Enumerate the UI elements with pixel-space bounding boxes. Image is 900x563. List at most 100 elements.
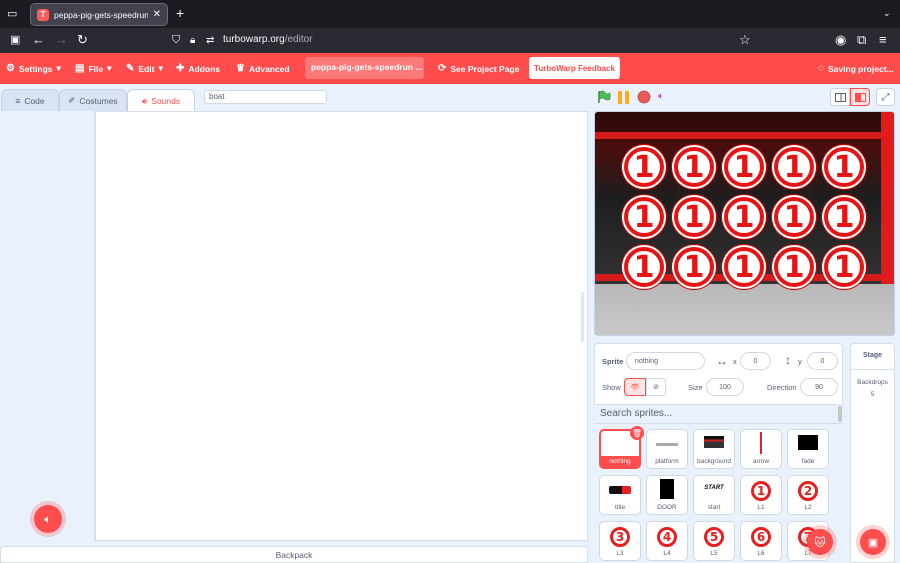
small-stage-button[interactable] bbox=[830, 88, 850, 106]
sprite-label: Sprite bbox=[602, 357, 624, 366]
permissions-icon[interactable]: ⇄ bbox=[206, 34, 214, 47]
caret-down-icon: ▾ bbox=[107, 63, 112, 73]
stage-number-circle: 1 bbox=[774, 247, 814, 287]
sprite-tile-l3[interactable]: 3 L3 bbox=[599, 521, 641, 561]
add-sound-button[interactable]: 🔈︎ bbox=[34, 505, 62, 533]
sprite-tile-door[interactable]: DOOR bbox=[646, 475, 688, 515]
forward-icon[interactable]: → bbox=[55, 33, 68, 46]
stop-icon bbox=[637, 90, 651, 104]
backpack[interactable]: Backpack bbox=[0, 546, 588, 563]
tab-sounds-label: Sounds bbox=[151, 96, 181, 106]
feedback-button[interactable]: TurboWarp Feedback bbox=[529, 57, 620, 79]
reload-icon[interactable]: ↻ bbox=[77, 33, 88, 46]
advanced-menu[interactable]: ♛ Advanced bbox=[236, 53, 290, 84]
stage-number-circle: 1 bbox=[824, 147, 864, 187]
sprite-tile-fade[interactable]: fade bbox=[787, 429, 829, 469]
sprite-name-input[interactable]: nothing bbox=[626, 352, 705, 370]
mute-button[interactable]: 🔈︎ bbox=[658, 91, 664, 102]
fullscreen-button[interactable]: ⤢ bbox=[876, 88, 895, 106]
code-icon: ≡ bbox=[15, 95, 21, 106]
stage-number-circle: 1 bbox=[774, 147, 814, 187]
advanced-label: Advanced bbox=[248, 63, 290, 74]
tab-sounds[interactable]: 🔊︎ Sounds bbox=[127, 89, 195, 112]
sprite-tile-l1[interactable]: 1 L1 bbox=[740, 475, 782, 515]
back-icon[interactable]: ← bbox=[32, 33, 45, 46]
sprite-thumbnail bbox=[704, 436, 724, 448]
sprite-thumbnail bbox=[609, 486, 631, 494]
speaker-icon: 🔊︎ bbox=[141, 95, 148, 106]
sprite-name-label: L5 bbox=[710, 550, 718, 557]
sound-name-input[interactable]: boat bbox=[204, 90, 327, 104]
y-input[interactable]: 0 bbox=[807, 352, 838, 370]
sprite-tile-nothing[interactable]: nothing 🗑︎ bbox=[599, 426, 644, 469]
sprite-thumbnail: 1 bbox=[751, 481, 771, 501]
sprite-thumbnail: 6 bbox=[751, 527, 771, 547]
stage-canvas[interactable]: 111111111111111 bbox=[594, 111, 895, 336]
x-input[interactable]: 0 bbox=[740, 352, 771, 370]
pencil-icon: ✎ bbox=[126, 63, 135, 74]
sprite-tile-arrow[interactable]: arrow bbox=[740, 429, 782, 469]
sprite-tile-background[interactable]: background bbox=[693, 429, 735, 469]
close-tab-icon[interactable]: ✕ bbox=[153, 9, 161, 20]
account-icon[interactable]: ◉ bbox=[835, 33, 846, 46]
new-tab-icon[interactable]: + bbox=[176, 6, 184, 20]
delete-sprite-icon[interactable]: 🗑︎ bbox=[630, 426, 644, 440]
editor-scrollbar[interactable] bbox=[581, 292, 584, 342]
direction-input[interactable]: 90 bbox=[800, 378, 838, 396]
tab-list-chevron-icon[interactable]: ⌄ bbox=[883, 7, 891, 20]
tab-title: peppa-pig-gets-speedrunned-t bbox=[54, 9, 148, 20]
sprite-tile-l4[interactable]: 4 L4 bbox=[646, 521, 688, 561]
show-visible-toggle[interactable]: 👁︎ bbox=[624, 378, 646, 396]
edit-menu[interactable]: ✎ Edit ▾ bbox=[126, 53, 163, 84]
green-flag-button[interactable] bbox=[597, 90, 611, 109]
sprite-tile-start[interactable]: START start bbox=[693, 475, 735, 515]
sprite-info-panel: Sprite nothing ↔ x 0 ↕ y 0 Show 👁︎ ⊘ Siz… bbox=[594, 343, 843, 405]
sprite-tile-platform[interactable]: platform bbox=[646, 429, 688, 469]
see-project-page-button[interactable]: ⟳ See Project Page bbox=[438, 53, 519, 84]
large-stage-button[interactable] bbox=[850, 88, 870, 106]
large-stage-icon bbox=[854, 92, 866, 102]
sprite-tile-title[interactable]: title bbox=[599, 475, 641, 515]
x-arrows-icon: ↔ bbox=[716, 354, 728, 368]
project-title-input[interactable]: peppa-pig-gets-speedrun ... bbox=[305, 57, 424, 79]
sprite-list-scrollbar[interactable] bbox=[838, 406, 842, 422]
turbowarp-favicon-icon: T bbox=[37, 8, 49, 21]
menu-bar: ⚙ Settings ▾ ▤ File ▾ ✎ Edit ▾ ✚ Addons ♛ Advanc… bbox=[0, 53, 900, 84]
url-path: /editor bbox=[284, 34, 313, 45]
add-sprite-button[interactable]: 🐱︎ bbox=[807, 529, 833, 555]
pause-button[interactable] bbox=[617, 91, 631, 109]
search-sprites-input[interactable]: Search sprites... bbox=[594, 405, 843, 424]
sidebar-icon[interactable]: ▣ bbox=[10, 34, 20, 47]
tab-costumes[interactable]: ✐ Costumes bbox=[59, 89, 127, 111]
file-label: File bbox=[88, 63, 104, 74]
sprite-tile-l6[interactable]: 6 L6 bbox=[740, 521, 782, 561]
add-backdrop-button[interactable]: ▣ bbox=[860, 529, 886, 555]
backdrop-icon: ▣ bbox=[867, 536, 879, 549]
extensions-icon[interactable]: ⧉ bbox=[857, 33, 866, 46]
sprite-thumbnail: 4 bbox=[657, 527, 677, 547]
lock-icon[interactable]: 🔒︎ bbox=[190, 34, 195, 47]
tab-overview-icon[interactable]: ▭ bbox=[7, 8, 17, 21]
sprite-tile-l2[interactable]: 2 L2 bbox=[787, 475, 829, 515]
tab-costumes-label: Costumes bbox=[79, 95, 118, 106]
gear-icon: ⚙ bbox=[6, 63, 15, 74]
sprite-name-label: fade bbox=[801, 458, 815, 465]
speaker-icon: 🔈︎ bbox=[658, 91, 664, 102]
settings-menu[interactable]: ⚙ Settings ▾ bbox=[6, 53, 61, 84]
file-menu[interactable]: ▤ File ▾ bbox=[75, 53, 111, 84]
show-hidden-toggle[interactable]: ⊘ bbox=[646, 378, 666, 396]
sprite-tile-l5[interactable]: 5 L5 bbox=[693, 521, 735, 561]
stop-button[interactable] bbox=[637, 90, 651, 109]
eye-icon: 👁︎ bbox=[630, 384, 640, 391]
bookmark-star-icon[interactable]: ☆ bbox=[739, 33, 751, 46]
addons-menu[interactable]: ✚ Addons bbox=[176, 53, 220, 84]
stage-number-circle: 1 bbox=[624, 197, 664, 237]
file-icon: ▤ bbox=[75, 63, 85, 74]
menu-icon[interactable]: ≡ bbox=[879, 33, 887, 46]
size-input[interactable]: 100 bbox=[706, 378, 744, 396]
tab-code[interactable]: ≡ Code bbox=[1, 89, 59, 111]
url-bar[interactable]: turbowarp.org/editor bbox=[223, 34, 313, 45]
browser-tab[interactable]: T peppa-pig-gets-speedrunned-t ✕ bbox=[30, 3, 168, 26]
shield-icon[interactable]: ⛉ bbox=[172, 34, 180, 47]
stage-number-circle: 1 bbox=[624, 247, 664, 287]
